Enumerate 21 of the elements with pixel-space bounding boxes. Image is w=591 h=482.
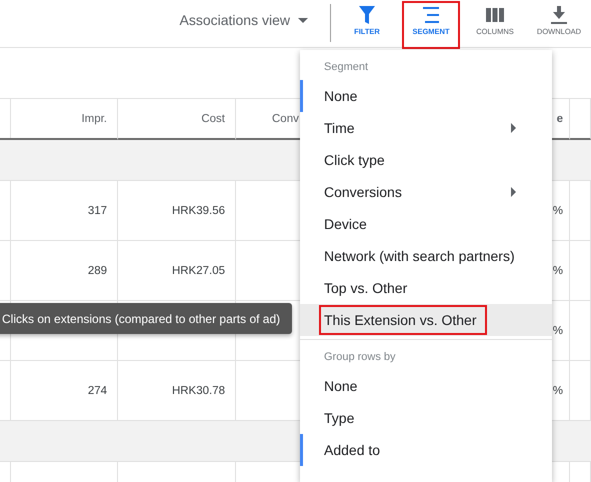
table-cell: 317 (7, 181, 118, 241)
table-cell: HRK27.05 (118, 241, 236, 301)
table-cell (0, 241, 11, 301)
tooltip: Clicks on extensions (compared to other parts of ad) (0, 303, 292, 334)
dropdown-caret-icon (298, 18, 308, 22)
download-icon (551, 6, 567, 24)
menu-item[interactable]: This Extension vs. Other (300, 304, 552, 336)
menu-item[interactable]: None (300, 370, 552, 402)
menu-item[interactable]: Type (300, 402, 552, 434)
columns-icon (486, 6, 504, 24)
menu-item[interactable]: Time (300, 112, 552, 144)
menu-item[interactable]: Added to (300, 434, 552, 466)
filter-icon (359, 6, 375, 24)
menu-item[interactable]: None (300, 80, 552, 112)
view-selector[interactable]: Associations view (180, 12, 308, 28)
table-cell: HRK39.56 (118, 181, 236, 241)
table-cell (570, 301, 591, 361)
table-cell: 289 (7, 241, 118, 301)
segment-icon (422, 6, 440, 24)
menu-heading: Segment (323, 60, 370, 75)
table-cell (570, 241, 591, 301)
